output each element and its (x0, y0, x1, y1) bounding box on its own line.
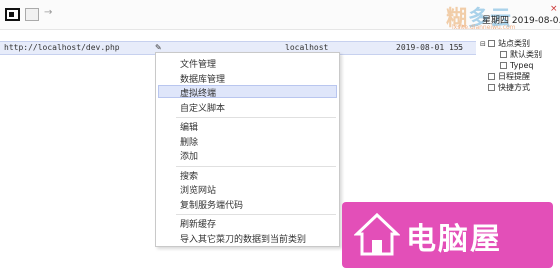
menu-item[interactable]: 虚拟终端 (180, 86, 216, 99)
menu-item[interactable]: 复制服务端代码 (180, 198, 243, 211)
tree-item[interactable]: 快捷方式 (480, 82, 560, 93)
site-url: http://localhost/dev.php (4, 43, 120, 52)
edit-mark-icon: ✎ (155, 43, 162, 52)
tree-item-label: Typeq (510, 61, 534, 70)
menu-item[interactable]: 编辑 (180, 120, 198, 133)
house-icon (354, 212, 400, 256)
menu-separator (176, 214, 336, 215)
menu-item[interactable]: 添加 (180, 149, 198, 162)
tree-item[interactable]: 默认类别 (480, 49, 560, 60)
site-address: localhost (285, 43, 329, 52)
menu-separator (176, 165, 336, 167)
menu-item[interactable]: 自定义脚本 (180, 101, 225, 114)
tree-item[interactable]: Typeq (480, 60, 560, 71)
close-icon[interactable]: × (550, 4, 558, 14)
window-icon[interactable] (5, 8, 20, 21)
menu-item[interactable]: 搜索 (180, 169, 198, 182)
site-count: 5 (458, 43, 464, 52)
tree-checkbox[interactable] (488, 73, 495, 80)
menu-item[interactable]: 删除 (180, 135, 198, 148)
tree-item-label: 快捷方式 (498, 83, 530, 92)
tree-checkbox[interactable] (488, 40, 495, 47)
site-date: 2019-08-01 15: (396, 43, 464, 52)
tree-item[interactable]: ⊟ 站点类别 (480, 38, 560, 49)
watermark-logo-bottom: 电脑屋 (342, 202, 553, 268)
tree-item-label: 默认类别 (510, 50, 542, 59)
menu-item[interactable]: 刷新缓存 (180, 217, 216, 230)
tree-item[interactable]: 日程提醒 (480, 71, 560, 82)
menu-item[interactable]: 数据库管理 (180, 72, 225, 85)
blank-tab-icon[interactable] (25, 8, 39, 21)
menu-item[interactable]: 浏览网站 (180, 183, 216, 196)
tree-checkbox[interactable] (500, 62, 507, 69)
menu-separator (176, 117, 336, 118)
tree-checkbox[interactable] (500, 51, 507, 58)
watermark-text: 电脑屋 (406, 222, 502, 257)
date-weather-title: 星期四 2019-08-0... (482, 16, 560, 26)
tree-item-label: 站点类别 (498, 39, 530, 48)
arrow-icon[interactable]: → (44, 7, 52, 18)
category-tree: ⊟ 站点类别 默认类别 Typeq 日程提醒快捷方式 (480, 38, 560, 93)
context-menu: 文件管理数据库管理 虚拟终端自定义脚本编辑删除 添加搜索 浏览网站复制服务端代码 刷新缓… (155, 52, 340, 247)
menu-item[interactable]: 导入其它菜刀的数据到当前类别 (180, 232, 306, 245)
tree-item-label: 日程提醒 (498, 72, 530, 81)
tree-checkbox[interactable] (488, 84, 495, 91)
menu-item[interactable]: 文件管理 (180, 57, 216, 70)
